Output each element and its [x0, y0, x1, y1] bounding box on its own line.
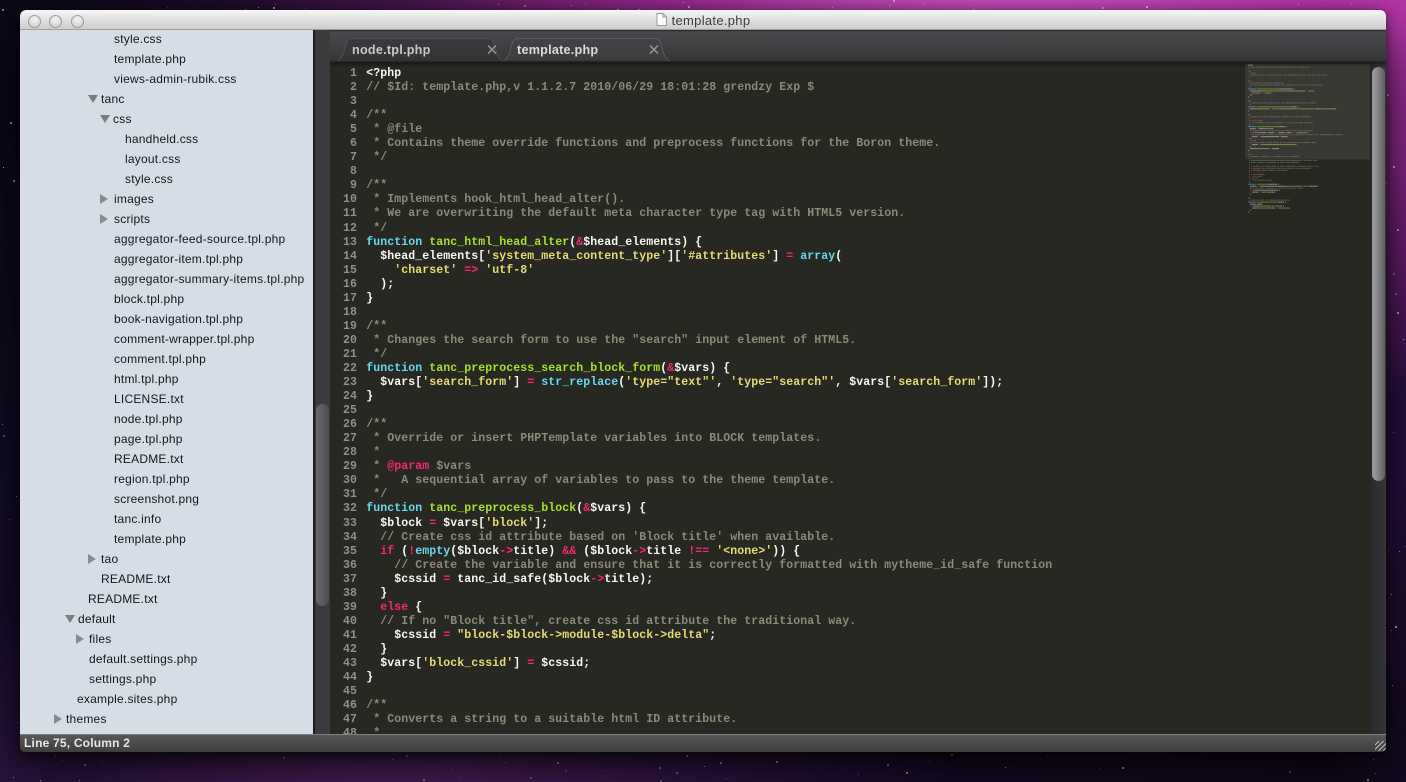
svg-text:template.php: template.php [517, 43, 598, 57]
svg-text:node.tpl.php: node.tpl.php [352, 43, 431, 57]
